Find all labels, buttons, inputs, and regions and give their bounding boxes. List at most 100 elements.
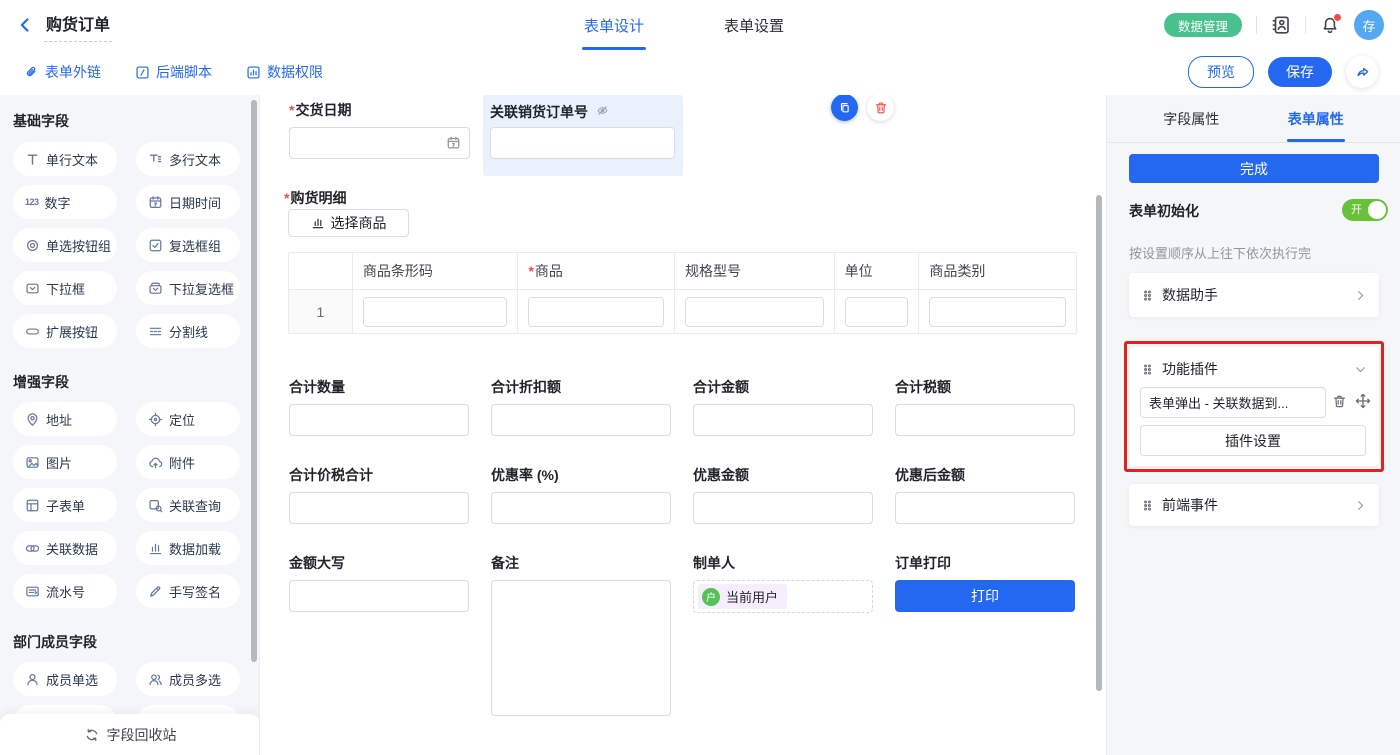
- done-button[interactable]: 完成: [1129, 154, 1379, 183]
- field-pill-select[interactable]: 下拉框: [13, 271, 117, 305]
- field-remark[interactable]: 备注: [491, 553, 671, 716]
- field-discount-rate[interactable]: 优惠率 (%): [491, 465, 671, 524]
- field-total-qty[interactable]: 合计数量: [289, 377, 469, 436]
- field-order-print[interactable]: 订单打印 打印: [895, 553, 1075, 612]
- preview-button[interactable]: 预览: [1188, 56, 1254, 88]
- copy-field-button[interactable]: [831, 95, 858, 121]
- field-pill-member-multi[interactable]: 成员多选: [136, 662, 240, 696]
- product-input[interactable]: [528, 297, 664, 327]
- tab-form-design[interactable]: 表单设计: [580, 0, 648, 50]
- total-discount-input[interactable]: [491, 404, 671, 436]
- field-total-with-tax[interactable]: 合计价税合计: [289, 465, 469, 524]
- data-manage-button[interactable]: 数据管理: [1164, 13, 1242, 37]
- field-total-discount[interactable]: 合计折扣额: [491, 377, 671, 436]
- field-creator[interactable]: 制单人 户 当前用户: [693, 553, 873, 613]
- field-pill-multiselect[interactable]: 下拉复选框: [136, 271, 240, 305]
- chevron-right-icon: [1354, 499, 1367, 512]
- drag-handle-icon[interactable]: [1141, 289, 1154, 302]
- field-pill-link-query[interactable]: 关联查询: [136, 488, 240, 522]
- radio-icon: [25, 238, 40, 253]
- field-amount-words[interactable]: 金额大写: [289, 553, 469, 612]
- save-button[interactable]: 保存: [1268, 57, 1332, 87]
- field-pill-link-data[interactable]: 关联数据: [13, 531, 117, 565]
- link-query-icon: [148, 498, 163, 513]
- move-icon[interactable]: [1355, 393, 1371, 409]
- field-pill-location[interactable]: 定位: [136, 402, 240, 436]
- canvas-scrollbar[interactable]: [1096, 195, 1102, 691]
- data-permission-link[interactable]: 数据权限: [246, 62, 323, 82]
- barcode-input[interactable]: [363, 297, 508, 327]
- field-discount-amount[interactable]: 优惠金额: [693, 465, 873, 524]
- related-order-input[interactable]: [490, 127, 675, 159]
- field-after-discount[interactable]: 优惠后金额: [895, 465, 1075, 524]
- form-canvas: *交货日期 关联销货订单号 *购货明细 选择商品 商品条形码: [260, 95, 1106, 755]
- creator-value-box[interactable]: 户 当前用户: [693, 580, 873, 613]
- field-pill-serial[interactable]: 流水号: [13, 574, 117, 608]
- sidebar-scrollbar[interactable]: [251, 100, 257, 662]
- field-pill-datetime[interactable]: 日期时间: [136, 185, 240, 219]
- total-qty-input[interactable]: [289, 404, 469, 436]
- total-with-tax-input[interactable]: [289, 492, 469, 524]
- share-button[interactable]: [1346, 56, 1378, 88]
- detail-table-row: 1: [289, 289, 1076, 333]
- delete-field-button[interactable]: [867, 95, 894, 121]
- field-pill-image[interactable]: 图片: [13, 445, 117, 479]
- form-external-link[interactable]: 表单外链: [24, 62, 101, 82]
- remark-textarea[interactable]: [491, 580, 671, 716]
- field-recycle-bin[interactable]: 字段回收站: [0, 714, 260, 755]
- front-event-row[interactable]: 前端事件: [1129, 484, 1379, 526]
- form-init-toggle[interactable]: 开: [1342, 199, 1388, 221]
- plugin-select[interactable]: 表单弹出 - 关联数据到...: [1140, 387, 1326, 418]
- field-pill-divider[interactable]: 分割线: [136, 314, 240, 348]
- field-related-order-selected[interactable]: 关联销货订单号: [483, 95, 683, 176]
- back-icon[interactable]: [16, 16, 34, 34]
- field-delivery-date[interactable]: *交货日期: [289, 100, 470, 159]
- recycle-icon: [84, 727, 100, 743]
- amount-words-input[interactable]: [289, 580, 469, 612]
- field-total-amount[interactable]: 合计金额: [693, 377, 873, 436]
- form-title-wrap[interactable]: 购货订单: [44, 9, 112, 42]
- row-number-header: [289, 253, 353, 289]
- detail-table: 商品条形码 *商品 规格型号 单位 商品类别 1: [288, 252, 1077, 334]
- bell-icon[interactable]: [1320, 15, 1340, 35]
- field-pill-checkbox-group[interactable]: 复选框组: [136, 228, 240, 262]
- total-tax-input[interactable]: [895, 404, 1075, 436]
- total-amount-input[interactable]: [693, 404, 873, 436]
- field-pill-address[interactable]: 地址: [13, 402, 117, 436]
- addressbook-icon[interactable]: [1271, 15, 1291, 35]
- drag-handle-icon[interactable]: [1141, 499, 1154, 512]
- tab-field-props[interactable]: 字段属性: [1129, 95, 1254, 142]
- tab-form-settings[interactable]: 表单设置: [720, 0, 788, 50]
- field-pill-ext-button[interactable]: 扩展按钮: [13, 314, 117, 348]
- backend-script-link[interactable]: 后端脚本: [135, 62, 212, 82]
- after-discount-input[interactable]: [895, 492, 1075, 524]
- discount-rate-input[interactable]: [491, 492, 671, 524]
- avatar[interactable]: 存: [1354, 10, 1384, 40]
- field-pill-signature[interactable]: 手写签名: [136, 574, 240, 608]
- field-pill-single-text[interactable]: 单行文本: [13, 142, 117, 176]
- category-input[interactable]: [929, 297, 1066, 327]
- print-button[interactable]: 打印: [895, 580, 1075, 612]
- unit-input[interactable]: [845, 297, 909, 327]
- delivery-date-input[interactable]: [289, 127, 470, 159]
- drag-handle-icon[interactable]: [1141, 363, 1154, 376]
- function-plugin-row[interactable]: 功能插件: [1129, 347, 1379, 385]
- link-data-icon: [25, 541, 40, 556]
- field-pill-subform[interactable]: 子表单: [13, 488, 117, 522]
- data-helper-row[interactable]: 数据助手: [1129, 273, 1379, 317]
- field-pill-data-load[interactable]: 数据加载: [136, 531, 240, 565]
- field-pill-radio-group[interactable]: 单选按钮组: [13, 228, 117, 262]
- spec-input[interactable]: [685, 297, 824, 327]
- field-total-tax[interactable]: 合计税额: [895, 377, 1075, 436]
- trash-icon[interactable]: [1332, 394, 1347, 409]
- field-pill-attachment[interactable]: 附件: [136, 445, 240, 479]
- select-product-button[interactable]: 选择商品: [288, 209, 409, 237]
- plugin-settings-button[interactable]: 插件设置: [1140, 425, 1366, 456]
- field-pill-member-single[interactable]: 成员单选: [13, 662, 117, 696]
- field-pill-number[interactable]: 123数字: [13, 185, 117, 219]
- select-icon: [25, 281, 40, 296]
- required-mark: *: [528, 263, 533, 279]
- discount-amount-input[interactable]: [693, 492, 873, 524]
- field-pill-multi-text[interactable]: 多行文本: [136, 142, 240, 176]
- tab-form-props[interactable]: 表单属性: [1254, 95, 1379, 142]
